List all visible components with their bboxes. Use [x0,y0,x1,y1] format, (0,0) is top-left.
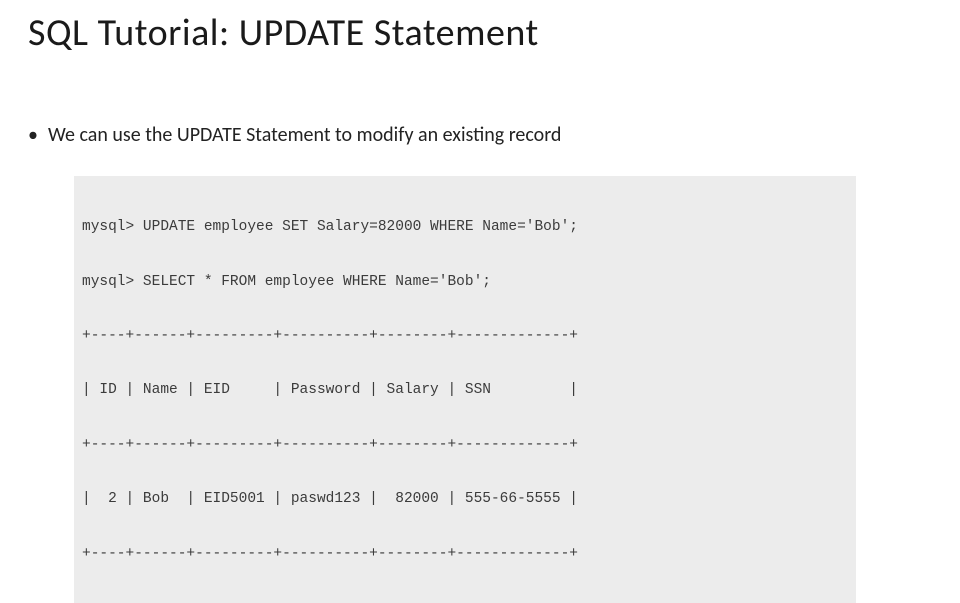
slide: SQL Tutorial: UPDATE Statement • We can … [0,0,960,540]
code-line: | ID | Name | EID | Password | Salary | … [82,381,848,399]
code-line: mysql> UPDATE employee SET Salary=82000 … [82,218,848,236]
code-line: +----+------+---------+----------+------… [82,327,848,345]
sql-output-block: mysql> UPDATE employee SET Salary=82000 … [74,176,856,603]
bullet-text: We can use the UPDATE Statement to modif… [48,123,561,147]
bullet-item: • We can use the UPDATE Statement to mod… [28,123,561,147]
code-line: mysql> SELECT * FROM employee WHERE Name… [82,273,848,291]
code-line: | 2 | Bob | EID5001 | paswd123 | 82000 |… [82,490,848,508]
code-line: +----+------+---------+----------+------… [82,436,848,454]
slide-title: SQL Tutorial: UPDATE Statement [28,10,539,56]
bullet-icon: • [28,125,38,145]
code-line: +----+------+---------+----------+------… [82,545,848,563]
